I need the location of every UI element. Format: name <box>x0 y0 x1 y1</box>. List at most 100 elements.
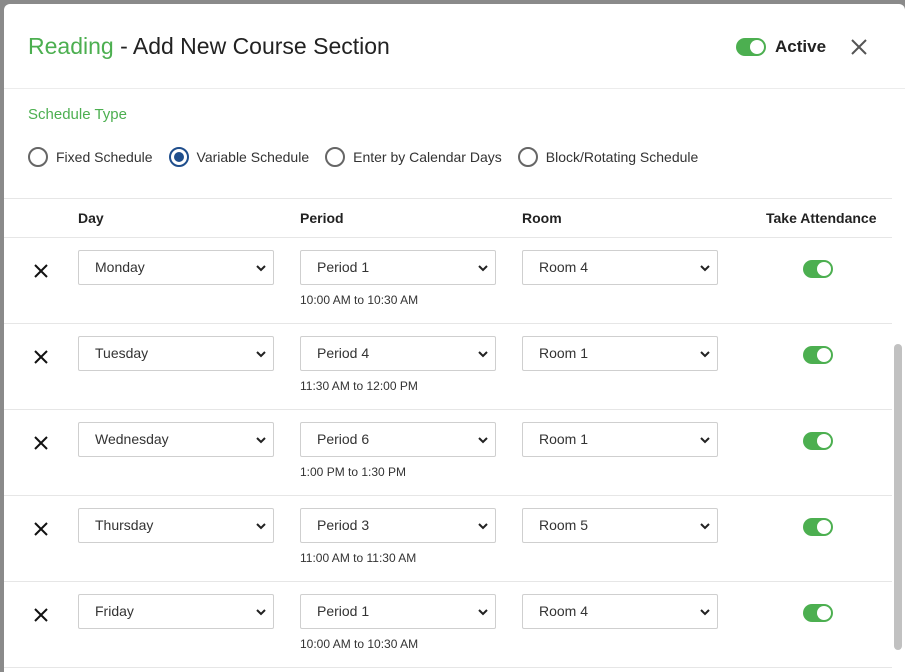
radio-calendar-days[interactable]: Enter by Calendar Days <box>325 147 502 167</box>
day-value: Thursday <box>95 517 154 533</box>
period-select[interactable]: Period 1 <box>300 250 496 285</box>
room-value: Room 4 <box>539 603 589 619</box>
column-day: Day <box>78 210 104 226</box>
radio-label: Enter by Calendar Days <box>353 149 502 165</box>
take-attendance-toggle[interactable] <box>803 518 833 536</box>
remove-row-icon[interactable] <box>32 262 50 280</box>
remove-row-icon[interactable] <box>32 434 50 452</box>
column-period: Period <box>300 210 344 226</box>
remove-row-icon[interactable] <box>32 520 50 538</box>
day-value: Friday <box>95 603 134 619</box>
period-time: 10:00 AM to 10:30 AM <box>300 293 419 307</box>
close-icon[interactable] <box>849 37 869 57</box>
chevron-down-icon <box>700 265 710 272</box>
schedule-type-radio-group: Fixed Schedule Variable Schedule Enter b… <box>28 147 714 167</box>
schedule-table: Day Period Room Take Attendance Monday P… <box>4 198 892 668</box>
table-header: Day Period Room Take Attendance <box>4 198 892 238</box>
add-course-section-dialog: Reading - Add New Course Section Active … <box>4 4 905 672</box>
radio-fixed-schedule[interactable]: Fixed Schedule <box>28 147 153 167</box>
period-time: 11:30 AM to 12:00 PM <box>300 379 418 393</box>
chevron-down-icon <box>256 609 266 616</box>
chevron-down-icon <box>256 265 266 272</box>
subject-name: Reading <box>28 33 114 59</box>
toggle-knob <box>750 40 764 54</box>
toggle-knob <box>817 520 831 534</box>
column-take-attendance: Take Attendance <box>766 210 877 226</box>
radio-block-rotating[interactable]: Block/Rotating Schedule <box>517 147 699 167</box>
take-attendance-toggle[interactable] <box>803 260 833 278</box>
toggle-knob <box>817 606 831 620</box>
column-room: Room <box>522 210 562 226</box>
table-row: Friday Period 1 10:00 AM to 10:30 AM Roo… <box>4 582 892 668</box>
radio-variable-schedule[interactable]: Variable Schedule <box>168 147 310 167</box>
remove-row-icon[interactable] <box>32 606 50 624</box>
active-toggle[interactable] <box>736 38 766 56</box>
day-select[interactable]: Monday <box>78 250 274 285</box>
period-select[interactable]: Period 3 <box>300 508 496 543</box>
chevron-down-icon <box>700 523 710 530</box>
take-attendance-toggle[interactable] <box>803 604 833 622</box>
radio-button[interactable] <box>517 147 538 167</box>
period-select[interactable]: Period 1 <box>300 594 496 629</box>
chevron-down-icon <box>700 351 710 358</box>
dialog-title: Reading - Add New Course Section <box>28 33 390 60</box>
day-value: Wednesday <box>95 431 169 447</box>
period-value: Period 1 <box>317 603 370 619</box>
chevron-down-icon <box>256 523 266 530</box>
dialog-header: Reading - Add New Course Section Active <box>4 4 905 89</box>
day-select[interactable]: Thursday <box>78 508 274 543</box>
radio-label: Variable Schedule <box>196 149 310 165</box>
schedule-type-label: Schedule Type <box>28 106 127 123</box>
period-value: Period 3 <box>317 517 370 533</box>
chevron-down-icon <box>478 437 488 444</box>
room-select[interactable]: Room 4 <box>522 594 718 629</box>
chevron-down-icon <box>478 265 488 272</box>
room-value: Room 1 <box>539 345 589 361</box>
take-attendance-toggle[interactable] <box>803 346 833 364</box>
period-value: Period 6 <box>317 431 370 447</box>
toggle-knob <box>817 434 831 448</box>
scrollbar-thumb[interactable] <box>894 344 902 650</box>
radio-button[interactable] <box>325 147 346 167</box>
radio-label: Block/Rotating Schedule <box>545 149 699 165</box>
table-row: Wednesday Period 6 1:00 PM to 1:30 PM Ro… <box>4 410 892 496</box>
chevron-down-icon <box>256 437 266 444</box>
chevron-down-icon <box>478 351 488 358</box>
active-label: Active <box>775 37 827 56</box>
room-select[interactable]: Room 1 <box>522 336 718 371</box>
room-select[interactable]: Room 1 <box>522 422 718 457</box>
remove-row-icon[interactable] <box>32 348 50 366</box>
day-select[interactable]: Friday <box>78 594 274 629</box>
table-row: Thursday Period 3 11:00 AM to 11:30 AM R… <box>4 496 892 582</box>
title-text: - Add New Course Section <box>113 33 390 59</box>
period-select[interactable]: Period 6 <box>300 422 496 457</box>
day-select[interactable]: Tuesday <box>78 336 274 371</box>
table-row: Tuesday Period 4 11:30 AM to 12:00 PM Ro… <box>4 324 892 410</box>
room-select[interactable]: Room 5 <box>522 508 718 543</box>
chevron-down-icon <box>478 523 488 530</box>
room-value: Room 1 <box>539 431 589 447</box>
table-row: Monday Period 1 10:00 AM to 10:30 AM Roo… <box>4 238 892 324</box>
active-toggle-group[interactable]: Active <box>736 37 826 57</box>
day-value: Tuesday <box>95 345 149 361</box>
radio-button[interactable] <box>168 147 189 167</box>
chevron-down-icon <box>256 351 266 358</box>
room-value: Room 5 <box>539 517 589 533</box>
chevron-down-icon <box>478 609 488 616</box>
period-value: Period 1 <box>317 259 370 275</box>
radio-label: Fixed Schedule <box>56 149 153 165</box>
room-select[interactable]: Room 4 <box>522 250 718 285</box>
period-value: Period 4 <box>317 345 370 361</box>
room-value: Room 4 <box>539 259 589 275</box>
toggle-knob <box>817 348 831 362</box>
period-time: 11:00 AM to 11:30 AM <box>300 551 417 565</box>
chevron-down-icon <box>700 437 710 444</box>
period-time: 1:00 PM to 1:30 PM <box>300 465 407 479</box>
period-select[interactable]: Period 4 <box>300 336 496 371</box>
day-select[interactable]: Wednesday <box>78 422 274 457</box>
toggle-knob <box>817 262 831 276</box>
chevron-down-icon <box>700 609 710 616</box>
radio-button[interactable] <box>28 147 48 167</box>
day-value: Monday <box>95 259 145 275</box>
take-attendance-toggle[interactable] <box>803 432 833 450</box>
